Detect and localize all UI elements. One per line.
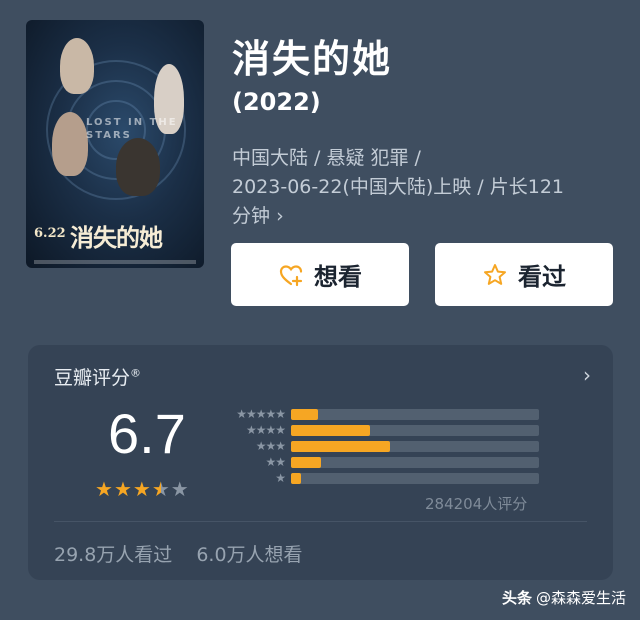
distribution-track — [291, 424, 539, 436]
star-icon: ★ — [275, 471, 286, 485]
rating-label: 豆瓣评分® — [54, 363, 141, 390]
poster-figure — [116, 138, 160, 196]
distribution-track — [291, 456, 539, 468]
poster-english-title: LOST IN THE STARS — [86, 117, 178, 141]
movie-meta[interactable]: 中国大陆 / 悬疑 犯罪 / 2023-06-22(中国大陆)上映 / 片长12… — [232, 144, 622, 231]
divider — [54, 521, 587, 522]
chevron-right-icon[interactable]: › — [276, 205, 284, 227]
poster-figure — [60, 38, 94, 94]
meta-line: 2023-06-22(中国大陆)上映 / 片长121 — [232, 176, 564, 198]
rating-label-text: 豆瓣评分 — [54, 367, 131, 389]
distribution-track — [291, 408, 539, 420]
heart-plus-icon — [279, 264, 303, 286]
distribution-bar — [291, 456, 321, 468]
rating-card[interactable]: 豆瓣评分® › 6.7 ★ ★ ★ ★ ★ ★★★★★ ★★★★ ★★★ ★★ ★ 284204… — [28, 345, 613, 580]
distribution-bar — [291, 440, 391, 452]
want-count[interactable]: 6.0万人想看 — [196, 540, 302, 567]
distribution-bar — [291, 424, 371, 436]
distribution-row-4-star: ★★★★ — [223, 422, 553, 438]
seen-count[interactable]: 29.8万人看过 — [54, 540, 172, 567]
star-full-icon: ★ — [95, 477, 113, 501]
chevron-right-icon[interactable]: › — [583, 363, 591, 387]
meta-line: 中国大陆 / 悬疑 犯罪 / — [232, 147, 421, 169]
watermark: 头条 @森森爱生活 — [502, 587, 626, 608]
want-to-watch-button[interactable]: 想看 — [231, 243, 409, 306]
seen-label: 看过 — [518, 263, 566, 291]
watch-stats: 29.8万人看过 6.0万人想看 — [54, 540, 303, 567]
poster-credits — [34, 260, 196, 264]
distribution-track — [291, 472, 539, 484]
rating-count: 284204人评分 — [425, 495, 528, 513]
want-label: 想看 — [314, 263, 362, 291]
distribution-track — [291, 440, 539, 452]
star-icon: ★★★★ — [245, 423, 286, 437]
distribution-row-3-star: ★★★ — [223, 438, 553, 454]
watched-button[interactable]: 看过 — [435, 243, 613, 306]
watermark-handle: @森森爱生活 — [535, 589, 626, 607]
distribution-row-2-star: ★★ — [223, 454, 553, 470]
star-icon — [484, 263, 506, 285]
poster-figure — [52, 112, 88, 176]
rating-stars: ★ ★ ★ ★ ★ — [95, 479, 189, 499]
poster-title: 消失的她 — [70, 223, 163, 252]
meta-line-last: 分钟 › — [232, 202, 622, 231]
star-full-icon: ★ — [132, 477, 151, 501]
distribution-row-1-star: ★ — [223, 470, 553, 486]
rating-distribution: ★★★★★ ★★★★ ★★★ ★★ ★ — [223, 406, 553, 486]
movie-title: 消失的她 — [232, 37, 393, 81]
movie-poster[interactable]: LOST IN THE STARS 6.22 消失的她 — [26, 20, 204, 268]
movie-year: (2022) — [232, 88, 321, 116]
star-empty-icon: ★ — [170, 477, 189, 501]
star-icon: ★★★★★ — [236, 407, 286, 421]
watermark-brand: 头条 — [501, 589, 532, 607]
meta-line: 分钟 — [232, 205, 271, 227]
distribution-bar — [291, 472, 301, 484]
registered-mark: ® — [130, 366, 142, 380]
star-half-icon: ★ — [151, 477, 170, 501]
star-full-icon: ★ — [113, 477, 132, 501]
distribution-row-5-star: ★★★★★ — [223, 406, 553, 422]
star-icon: ★★★ — [255, 439, 286, 453]
distribution-bar — [291, 408, 319, 420]
rating-score: 6.7 — [108, 402, 186, 465]
poster-date: 6.22 — [34, 226, 66, 241]
star-icon: ★★ — [265, 455, 286, 469]
